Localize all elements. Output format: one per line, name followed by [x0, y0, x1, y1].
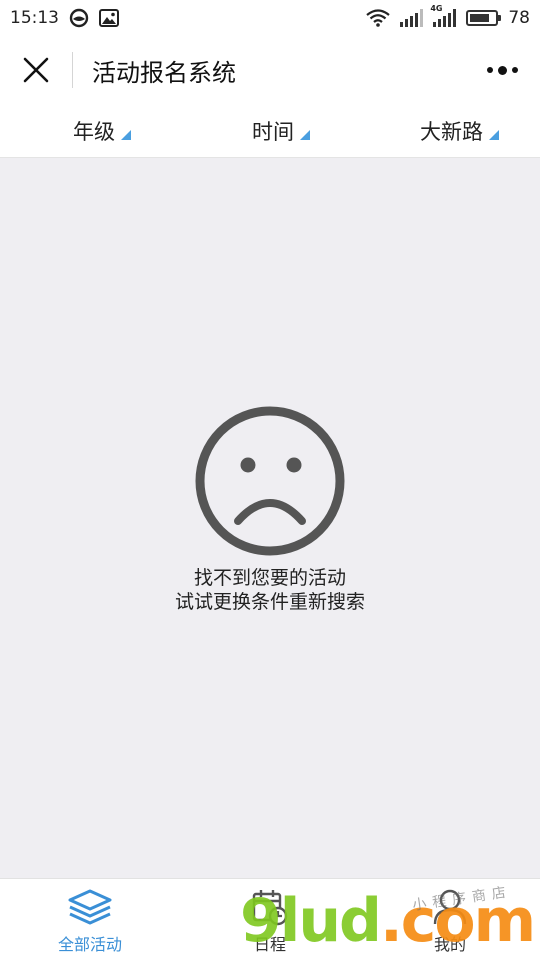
- calendar-clock-icon: [250, 887, 290, 927]
- sad-face-icon: [195, 406, 345, 556]
- empty-state: 找不到您要的活动 试试更换条件重新搜索: [0, 158, 540, 878]
- filter-location-label: 大新路: [420, 120, 483, 144]
- image-icon: [99, 9, 119, 27]
- tab-mine-label: 我的: [433, 935, 466, 954]
- filter-location[interactable]: 大新路: [420, 116, 499, 146]
- status-left: 15:13: [10, 8, 119, 28]
- battery-fill: [470, 14, 490, 22]
- bottom-tab-bar: 全部活动 日程 我的: [0, 878, 540, 960]
- dropdown-triangle-icon: [121, 130, 131, 140]
- signal-4g-icon: 4G: [430, 4, 457, 27]
- layers-icon: [67, 887, 113, 927]
- tab-schedule[interactable]: 日程: [200, 879, 340, 960]
- page-title: 活动报名系统: [92, 58, 236, 87]
- browser-icon: [69, 8, 89, 28]
- network-label: 4G: [430, 4, 443, 13]
- tab-all-activities[interactable]: 全部活动: [20, 879, 160, 960]
- status-right: 4G 78: [366, 4, 530, 28]
- filter-grade-label: 年级: [73, 120, 115, 144]
- empty-message-line2: 试试更换条件重新搜索: [174, 591, 365, 613]
- more-dot-center: [497, 65, 507, 75]
- tab-all-activities-label: 全部活动: [57, 935, 122, 954]
- tab-schedule-label: 日程: [253, 935, 286, 954]
- close-icon: [23, 57, 49, 83]
- battery-level: 78: [508, 8, 530, 28]
- app-screen: 15:13 4G 78 活动报名系统 年级 时间 大新路 找不到您要的活动 试试…: [0, 0, 540, 960]
- dropdown-triangle-icon: [489, 130, 499, 140]
- more-button[interactable]: [480, 50, 524, 90]
- more-dots-icon: [486, 67, 493, 73]
- filter-bar: 年级 时间 大新路: [0, 104, 540, 158]
- signal-icon: [400, 9, 424, 27]
- status-time: 15:13: [10, 8, 59, 28]
- tab-mine[interactable]: 我的: [380, 879, 520, 960]
- empty-message-line1: 找不到您要的活动: [193, 567, 346, 589]
- battery-icon: [466, 10, 502, 26]
- more-dot-right: [511, 67, 518, 73]
- title-bar: 活动报名系统: [0, 36, 540, 104]
- filter-time[interactable]: 时间: [252, 116, 310, 146]
- title-divider: [72, 52, 73, 88]
- close-button[interactable]: [6, 40, 66, 100]
- user-icon: [432, 887, 468, 927]
- wifi-icon: [366, 9, 391, 27]
- status-bar: 15:13 4G 78: [0, 0, 540, 36]
- filter-time-label: 时间: [252, 120, 294, 144]
- dropdown-triangle-icon: [300, 130, 310, 140]
- filter-grade[interactable]: 年级: [73, 116, 131, 146]
